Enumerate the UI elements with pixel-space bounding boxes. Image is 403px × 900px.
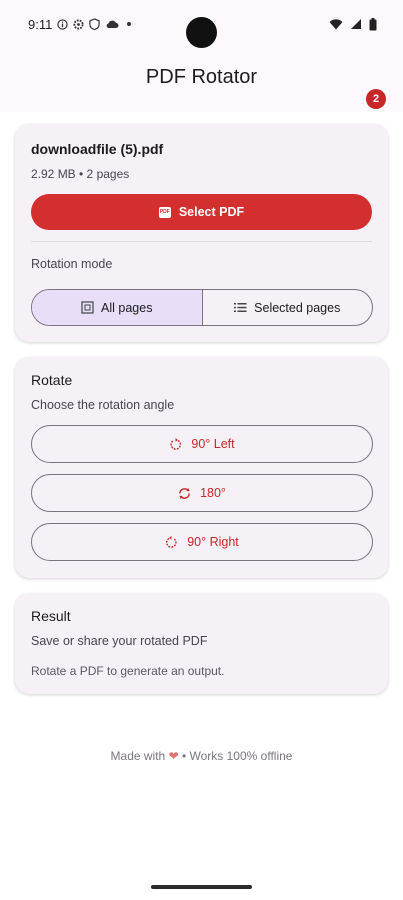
rotate-right-button[interactable]: 90° Right	[31, 523, 373, 561]
notification-badge[interactable]: 2	[366, 89, 386, 109]
status-right	[329, 17, 377, 31]
status-left: 9:11	[28, 17, 134, 32]
rotation-mode-label: Rotation mode	[31, 257, 113, 271]
file-name: downloadfile (5).pdf	[31, 141, 164, 157]
mode-all-pages-button[interactable]: All pages	[32, 290, 202, 325]
dot-icon	[127, 22, 132, 26]
result-subtitle: Save or share your rotated PDF	[31, 634, 208, 648]
pdf-file-icon: PDF	[158, 206, 171, 218]
navigation-handle[interactable]	[151, 885, 252, 889]
rotate-subtitle: Choose the rotation angle	[31, 398, 175, 412]
rotate-left-button[interactable]: 90° Left	[31, 425, 373, 463]
mode-selected-pages-label: Selected pages	[254, 300, 341, 315]
camera-cutout	[186, 17, 217, 48]
app-title: PDF Rotator	[145, 66, 258, 88]
rotate-180-icon	[179, 487, 190, 499]
grid-icon	[81, 301, 94, 314]
rotate-card: Rotate Choose the rotation angle 90° Lef…	[15, 357, 388, 578]
rotate-180-label: 180°	[200, 486, 226, 500]
rotate-left-icon	[170, 437, 182, 450]
file-meta: 2.92 MB • 2 pages	[31, 167, 130, 181]
result-card: Result Save or share your rotated PDF Ro…	[15, 593, 388, 694]
footer: Made with ❤ • Works 100% offline	[0, 749, 403, 763]
mode-all-pages-label: All pages	[101, 300, 153, 315]
status-time: 9:11	[28, 16, 53, 32]
rotate-title: Rotate	[31, 372, 73, 388]
cloud-icon	[107, 20, 119, 28]
result-title: Result	[31, 608, 71, 624]
rotate-right-label: 90° Right	[187, 535, 239, 549]
file-card: downloadfile (5).pdf 2.92 MB • 2 pages P…	[15, 124, 388, 342]
footer-prefix: Made with	[110, 749, 166, 763]
rotate-left-label: 90° Left	[191, 437, 235, 451]
list-icon	[234, 303, 247, 312]
signal-icon	[351, 19, 361, 29]
rotation-mode-segmented-control: All pages Selected pages	[31, 289, 373, 326]
shield-icon	[89, 18, 101, 30]
rotate-right-icon	[166, 535, 177, 548]
wifi-icon	[329, 18, 343, 29]
settings-icon	[73, 18, 84, 30]
rotate-180-button[interactable]: 180°	[31, 474, 373, 512]
heart-icon: ❤	[168, 749, 179, 763]
battery-icon	[369, 17, 377, 30]
mode-selected-pages-button[interactable]: Selected pages	[201, 290, 373, 325]
select-pdf-button[interactable]: PDF Select PDF	[31, 194, 372, 230]
select-pdf-label: Select PDF	[178, 205, 245, 219]
divider	[31, 241, 372, 242]
result-note: Rotate a PDF to generate an output.	[31, 664, 225, 678]
info-icon	[57, 18, 69, 30]
footer-suffix: • Works 100% offline	[181, 749, 293, 763]
